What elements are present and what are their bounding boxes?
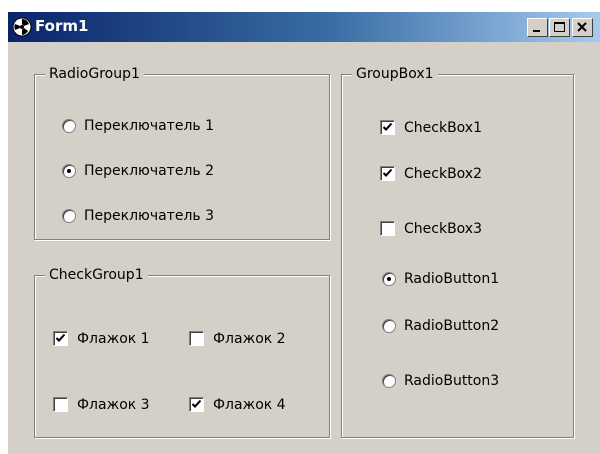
app-icon[interactable]: [12, 17, 32, 37]
checkmark-icon: [382, 122, 393, 131]
radio-circle[interactable]: [382, 319, 396, 333]
radio-circle[interactable]: [62, 119, 76, 133]
checkbox-box[interactable]: [189, 331, 204, 346]
radio-button-label: RadioButton1: [404, 271, 500, 287]
window-title: Form1: [35, 17, 89, 35]
radio-button-label: RadioButton2: [404, 318, 500, 334]
title-bar[interactable]: Form1: [8, 12, 600, 42]
radio-button-label: RadioButton3: [404, 373, 500, 389]
minimize-icon: [533, 30, 540, 32]
checkbox-label: Флажок 4: [213, 397, 286, 413]
checkbox-label: Флажок 3: [77, 397, 150, 413]
checkbox-label: CheckBox2: [404, 166, 482, 182]
checkmark-icon: [55, 333, 66, 342]
checkbox-box[interactable]: [380, 120, 395, 135]
radio-selected-dot: [67, 169, 71, 173]
checkbox-label: Флажок 2: [213, 331, 286, 347]
radio-circle[interactable]: [382, 272, 396, 286]
radio-option-label: Переключатель 1: [84, 118, 215, 134]
radio-selected-dot: [387, 277, 391, 281]
group-box-caption: GroupBox1: [352, 65, 438, 83]
close-icon: [577, 22, 587, 32]
checkbox-label: CheckBox3: [404, 221, 482, 237]
check-group: CheckGroup1 Флажок 1 Флажок 2 Флажок 3 Ф…: [34, 266, 330, 438]
maximize-button[interactable]: [549, 18, 570, 37]
checkmark-icon: [382, 168, 393, 177]
radio-circle[interactable]: [62, 164, 76, 178]
radio-circle[interactable]: [62, 209, 76, 223]
checkbox-label: CheckBox1: [404, 120, 482, 136]
checkbox-box[interactable]: [380, 221, 395, 236]
group-box: GroupBox1 CheckBox1 CheckBox2 CheckBox3 …: [341, 65, 574, 438]
minimize-button[interactable]: [527, 18, 548, 37]
radio-circle[interactable]: [382, 374, 396, 388]
close-button[interactable]: [572, 18, 593, 37]
radio-option-label: Переключатель 2: [84, 163, 215, 179]
form-window: Form1 RadioGroup1 Переключатель 1 Перекл…: [8, 12, 600, 454]
radio-group-caption: RadioGroup1: [45, 65, 144, 83]
radio-group: RadioGroup1 Переключатель 1 Переключател…: [34, 65, 330, 240]
checkbox-box[interactable]: [53, 397, 68, 412]
check-group-caption: CheckGroup1: [45, 266, 148, 284]
checkmark-icon: [191, 399, 202, 408]
checkbox-label: Флажок 1: [77, 331, 150, 347]
checkbox-box[interactable]: [380, 166, 395, 181]
checkbox-box[interactable]: [189, 397, 204, 412]
checkbox-box[interactable]: [53, 331, 68, 346]
maximize-icon: [554, 22, 565, 32]
radio-option-label: Переключатель 3: [84, 208, 215, 224]
